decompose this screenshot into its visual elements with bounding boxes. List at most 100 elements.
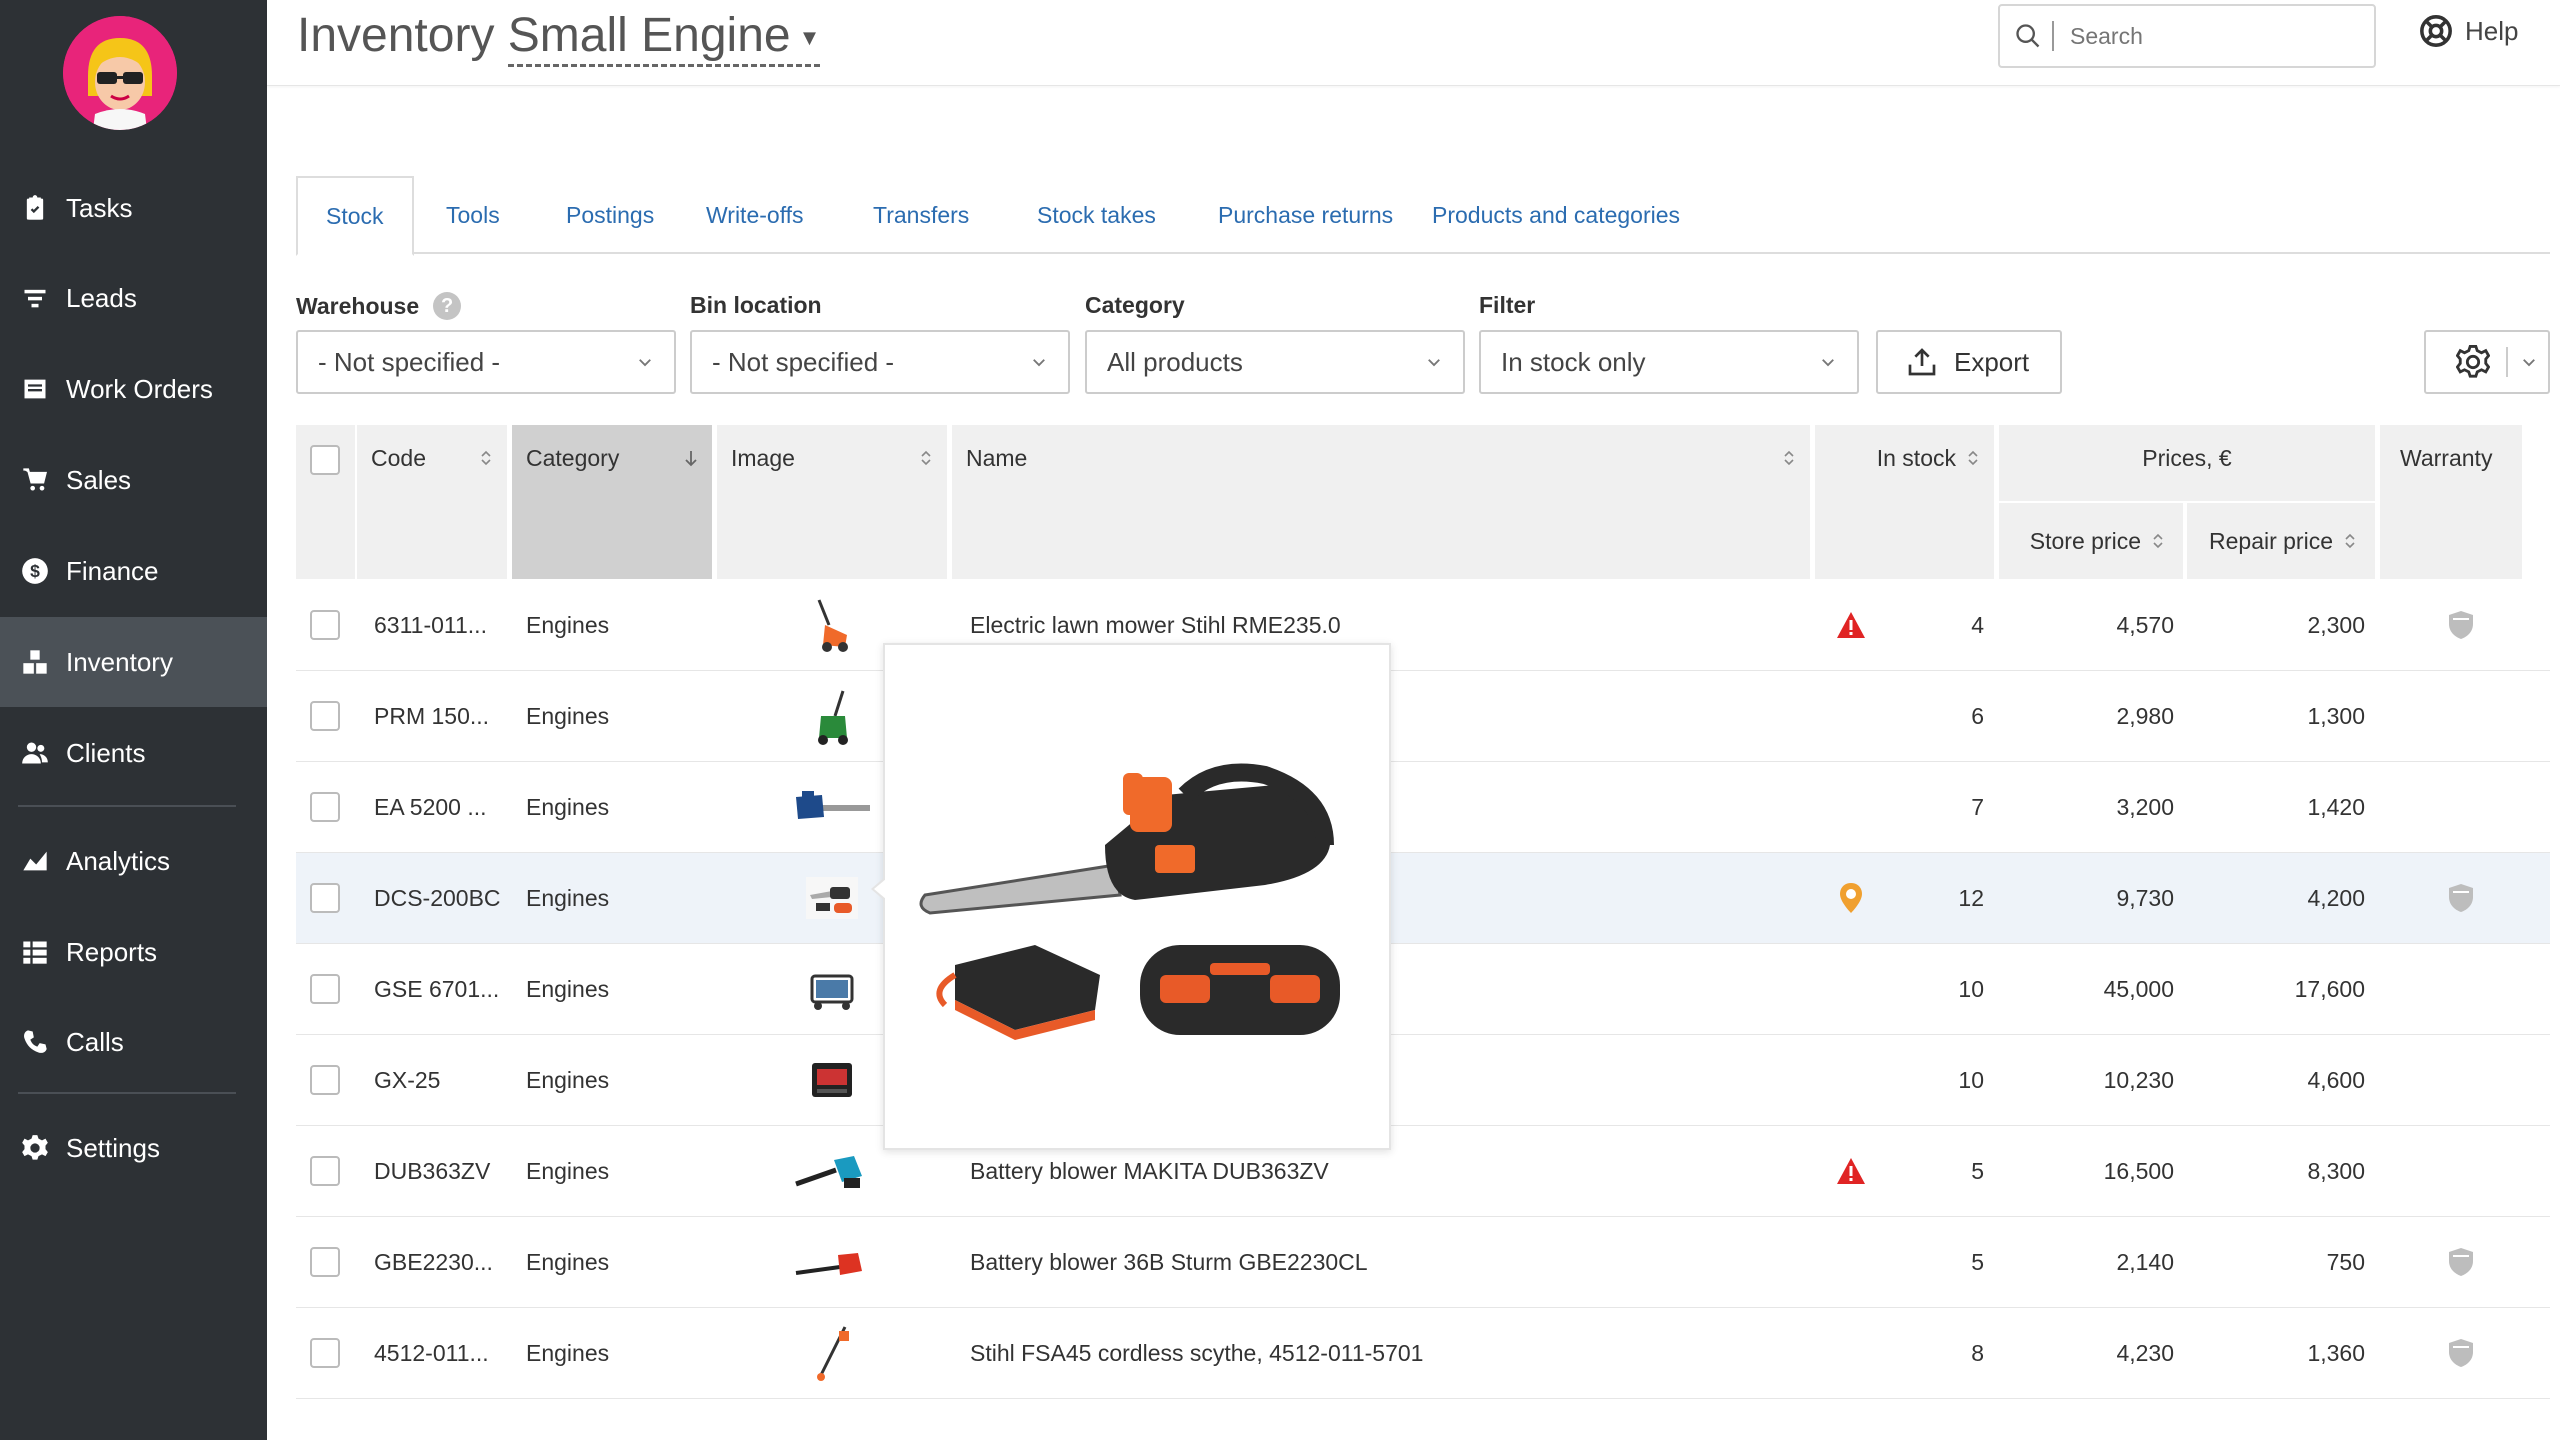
repair-price-cell: 2,300 xyxy=(2307,611,2365,638)
row-checkbox[interactable] xyxy=(310,610,340,640)
product-thumbnail[interactable] xyxy=(807,686,857,746)
tab-stock[interactable]: Stock xyxy=(296,176,414,256)
tab-tools[interactable]: Tools xyxy=(418,176,528,254)
warehouse-select[interactable]: - Not specified - xyxy=(296,330,676,394)
table-row[interactable]: GBE2230... Engines Battery blower 36B Stur… xyxy=(296,1217,2550,1308)
location-switcher[interactable]: Small Engine ▼ xyxy=(507,9,821,67)
sidebar-item-work-orders[interactable]: Work Orders xyxy=(0,344,267,434)
row-checkbox[interactable] xyxy=(310,1065,340,1095)
name-cell[interactable]: Battery blower 36B Sturm GBE2230CL xyxy=(970,1217,1790,1307)
row-checkbox[interactable] xyxy=(310,1338,340,1368)
column-header-code[interactable]: Code xyxy=(357,425,507,579)
sidebar-item-label: Sales xyxy=(66,464,132,495)
table-row[interactable]: GX-25 Engines 10 10,230 4,600 xyxy=(296,1035,2550,1126)
category-cell: Engines xyxy=(526,1157,610,1184)
help-circle-icon[interactable]: ? xyxy=(433,292,462,320)
category-select[interactable]: All products xyxy=(1085,330,1465,394)
row-checkbox[interactable] xyxy=(310,1247,340,1277)
tab-write-offs[interactable]: Write-offs xyxy=(678,176,832,254)
tab-postings[interactable]: Postings xyxy=(538,176,682,254)
sidebar-item-sales[interactable]: Sales xyxy=(0,435,267,525)
sidebar-item-tasks[interactable]: Tasks xyxy=(0,163,267,253)
product-thumbnail[interactable] xyxy=(802,964,862,1014)
tab-purchase-returns[interactable]: Purchase returns xyxy=(1190,176,1421,254)
warehouse-value: - Not specified - xyxy=(318,346,501,377)
table-settings-button[interactable] xyxy=(2424,330,2550,394)
sidebar-item-clients[interactable]: Clients xyxy=(0,708,267,798)
tab-transfers[interactable]: Transfers xyxy=(845,176,997,254)
name-cell[interactable]: Stihl FSA45 cordless scythe, 4512-011-57… xyxy=(970,1308,1790,1398)
chevron-down-icon[interactable] xyxy=(2520,353,2538,371)
row-checkbox[interactable] xyxy=(310,701,340,731)
chevron-down-icon xyxy=(1428,359,1440,367)
column-header-category[interactable]: Category xyxy=(512,425,712,579)
table-row[interactable]: GSE 6701...Engines5.5 kW1045,00017,600 xyxy=(296,944,2550,1035)
tab-products-and-categories[interactable]: Products and categories xyxy=(1404,176,1708,254)
repair-price-cell: 17,600 xyxy=(2294,975,2365,1002)
row-checkbox[interactable] xyxy=(310,1156,340,1186)
warranty-shield-icon[interactable] xyxy=(2448,1247,2474,1277)
filter-select[interactable]: In stock only xyxy=(1479,330,1859,394)
warranty-shield-icon[interactable] xyxy=(2448,610,2474,640)
warranty-cell xyxy=(2436,762,2486,852)
sidebar-item-analytics[interactable]: Analytics xyxy=(0,816,267,906)
image-cell[interactable] xyxy=(717,1217,947,1307)
tab-stock-takes[interactable]: Stock takes xyxy=(1009,176,1184,254)
help-button[interactable]: Help xyxy=(2419,14,2518,48)
sidebar-item-leads[interactable]: Leads xyxy=(0,253,267,343)
select-all-checkbox[interactable] xyxy=(310,445,340,475)
product-thumbnail[interactable] xyxy=(807,595,857,655)
warning-icon[interactable] xyxy=(1836,611,1866,639)
sidebar-item-reports[interactable]: Reports xyxy=(0,907,267,997)
table-row[interactable]: DCS-200BCEnginessaw + 2 BP-240 batteries… xyxy=(296,853,2550,944)
store-price-cell: 4,570 xyxy=(2116,611,2174,638)
product-thumbnail[interactable] xyxy=(792,1146,872,1196)
table-row[interactable]: PRM 150...EnginesA3 2.5 kW62,9801,300 xyxy=(296,671,2550,762)
warning-icon[interactable] xyxy=(1836,1157,1866,1185)
code-cell: DUB363ZV xyxy=(374,1157,491,1184)
column-header-in-stock[interactable]: In stock xyxy=(1815,425,1994,579)
sidebar-item-settings[interactable]: Settings xyxy=(0,1103,267,1193)
product-thumbnail[interactable] xyxy=(807,1323,857,1383)
sidebar-item-finance[interactable]: $ Finance xyxy=(0,526,267,616)
column-label: In stock xyxy=(1876,445,1956,471)
sidebar-item-label: Work Orders xyxy=(66,373,213,404)
warranty-cell xyxy=(2436,1308,2486,1398)
sidebar-item-label: Leads xyxy=(66,282,137,313)
column-header-repair-price[interactable]: Repair price xyxy=(2187,503,2375,579)
svg-text:$: $ xyxy=(30,561,40,581)
column-header-name[interactable]: Name xyxy=(952,425,1810,579)
table-row[interactable]: DUB363ZV Engines Battery blower MAKITA DUB… xyxy=(296,1126,2550,1217)
row-select-cell xyxy=(310,762,350,852)
bin-location-select[interactable]: - Not specified - xyxy=(690,330,1070,394)
sidebar-item-inventory[interactable]: Inventory xyxy=(0,617,267,707)
table-row[interactable]: 4512-011... Engines Stihl FSA45 cordless s… xyxy=(296,1308,2550,1399)
product-thumbnail[interactable] xyxy=(792,1237,872,1287)
table-row[interactable]: EA 5200 ...Engines4.9 hp chain tire 45 c… xyxy=(296,762,2550,853)
repair-price-cell: 750 xyxy=(2326,1248,2365,1275)
row-checkbox[interactable] xyxy=(310,883,340,913)
sidebar: Tasks Leads Work Orders Sales $ Finance … xyxy=(0,0,267,1440)
nav-divider xyxy=(18,1092,236,1094)
alert-cell xyxy=(1826,1217,1876,1307)
table-header: Code Category Image Name In stock Prices… xyxy=(296,425,2550,579)
column-header-warranty[interactable]: Warranty xyxy=(2380,425,2522,579)
avatar[interactable] xyxy=(63,16,177,130)
search-box[interactable] xyxy=(1998,4,2376,68)
warranty-shield-icon[interactable] xyxy=(2448,883,2474,913)
location-pin-icon[interactable] xyxy=(1838,882,1864,914)
column-header-image[interactable]: Image xyxy=(717,425,947,579)
row-select-cell xyxy=(310,853,350,943)
image-cell[interactable] xyxy=(717,1308,947,1398)
search-input[interactable] xyxy=(2070,22,2350,50)
export-button[interactable]: Export xyxy=(1876,330,2062,394)
sidebar-item-calls[interactable]: Calls xyxy=(0,997,267,1087)
row-checkbox[interactable] xyxy=(310,792,340,822)
column-header-store-price[interactable]: Store price xyxy=(1999,503,2183,579)
row-checkbox[interactable] xyxy=(310,974,340,1004)
product-thumbnail[interactable] xyxy=(792,787,872,827)
table-row[interactable]: 6311-011... Engines Electric lawn mower St… xyxy=(296,580,2550,671)
warranty-shield-icon[interactable] xyxy=(2448,1338,2474,1368)
product-thumbnail[interactable] xyxy=(802,873,862,923)
product-thumbnail[interactable] xyxy=(807,1055,857,1105)
